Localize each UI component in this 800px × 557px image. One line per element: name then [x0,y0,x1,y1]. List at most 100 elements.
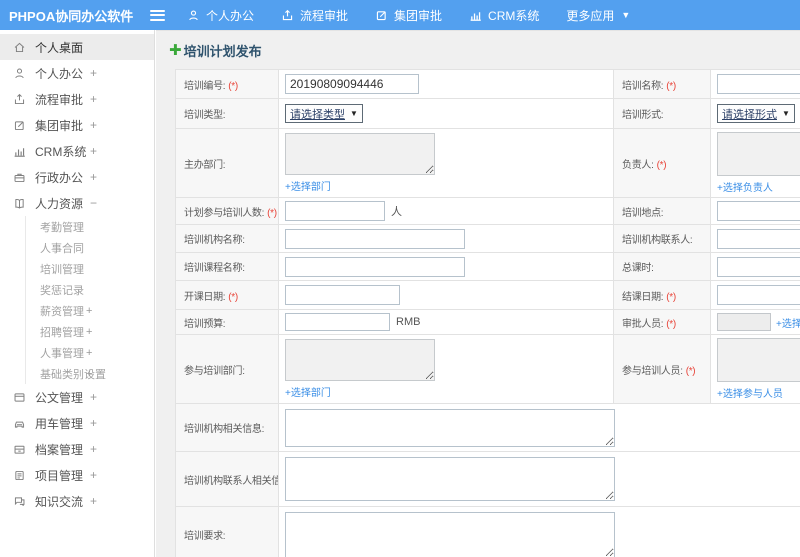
sidebar-hr-submenu: 考勤管理 人事合同 培训管理 奖惩记录 薪资管理 + 招聘管理 + 人事管理 +… [25,216,154,384]
sidebar-item-hr[interactable]: 人力资源 − [0,190,154,216]
sidebar-subitem-base-category[interactable]: 基础类别设置 + [26,363,154,384]
topbar-item-more-apps[interactable]: 更多应用 ▼ [566,7,630,24]
select-responsible-link[interactable]: +选择负责人 [717,179,773,194]
archive-icon [14,445,25,454]
crm-chart-icon [14,147,25,157]
sidebar-subitem-hr-contract[interactable]: 人事合同 [26,237,154,258]
app-brand: PHPOA协同办公软件 [9,8,134,24]
sidebar-subitem-personnel[interactable]: 人事管理 + [26,342,154,363]
group-approval-icon [376,10,386,20]
responsible-person-textarea[interactable] [717,132,800,176]
label-start-date: 开课日期: (*) [175,280,279,310]
document-icon [14,392,25,402]
institution-contact-info-textarea[interactable] [285,457,615,501]
sidebar-item-vehicles[interactable]: 用车管理 + [0,410,154,436]
sidebar-subitem-salary[interactable]: 薪资管理 + [26,300,154,321]
course-name-input[interactable] [285,256,465,277]
label-training-number: 培训编号: (*) [175,69,279,99]
training-plan-form: 培训编号:(*) 培训名称:(*) 培训类型: 请选择类型 ▼ 培训形式: 请选 [175,69,800,557]
label-participating-staff: 参与培训人员: (*) [613,334,711,404]
select-participants-link[interactable]: +选择参与人员 [717,385,783,400]
label-training-type: 培训类型: [175,98,279,129]
host-department-textarea[interactable] [285,133,435,175]
label-training-location: 培训地点: [613,197,711,225]
training-number-input[interactable] [285,74,419,94]
caret-down-icon: ▼ [621,10,631,20]
user-icon [189,9,198,20]
end-date-input[interactable] [717,285,800,305]
plus-icon: ✚ [169,42,182,59]
sidebar-subitem-training[interactable]: 培训管理 [26,258,154,279]
project-icon [15,470,24,480]
crm-chart-icon [470,11,481,21]
start-date-input[interactable] [285,285,400,305]
sidebar-item-projects[interactable]: 项目管理 + [0,462,154,488]
topbar: PHPOA协同办公软件 个人办公 流程审批 集团审批 CRM系统 更多应用 ▼ [0,0,800,30]
label-institution-info: 培训机构相关信息: [175,403,279,452]
sidebar-item-crm[interactable]: CRM系统 + [0,138,154,164]
sidebar-subitem-rewards[interactable]: 奖惩记录 [26,279,154,300]
training-form-table: 培训编号:(*) 培训名称:(*) 培训类型: 请选择类型 ▼ 培训形式: 请选 [175,69,800,557]
sidebar-item-documents[interactable]: 公文管理 + [0,384,154,410]
label-planned-participants: 计划参与培训人数: (*) [175,197,279,225]
topbar-item-group-approval[interactable]: 集团审批 [375,7,442,24]
budget-input[interactable] [285,313,390,331]
sidebar-item-group-approval[interactable]: 集团审批 + [0,112,154,138]
sidebar-item-archives[interactable]: 档案管理 + [0,436,154,462]
approvers-input[interactable] [717,313,771,331]
flow-approval-icon [282,9,293,20]
participating-staff-textarea[interactable] [717,338,800,382]
label-course-name: 培训课程名称: [175,252,279,281]
training-type-select[interactable]: 请选择类型 ▼ [285,104,363,123]
sidebar-item-admin-office[interactable]: 行政办公 + [0,164,154,190]
label-responsible-person: 负责人: (*) [613,128,711,198]
topbar-item-crm[interactable]: CRM系统 [469,7,539,24]
label-host-department: 主办部门: [175,128,279,198]
flow-approval-icon [14,93,25,104]
label-budget: 培训预算: [175,309,279,335]
institution-name-input[interactable] [285,228,465,249]
briefcase-icon [14,173,25,182]
sidebar-item-flow-approval[interactable]: 流程审批 + [0,86,154,112]
training-location-input[interactable] [717,201,800,221]
sidebar-subitem-attendance[interactable]: 考勤管理 [26,216,154,237]
total-hours-input[interactable] [717,256,800,277]
label-institution-contact: 培训机构联系人: [613,224,711,253]
home-icon [14,42,25,52]
group-approval-icon [14,120,24,130]
select-department-link[interactable]: +选择部门 [285,178,331,193]
page-title: ✚ 培训计划发布 [169,42,262,59]
select-department-link[interactable]: +选择部门 [285,384,331,399]
car-icon [14,421,25,428]
sidebar-subitem-recruit[interactable]: 招聘管理 + [26,321,154,342]
label-training-requirements: 培训要求: [175,506,279,557]
label-total-hours: 总课时: [613,252,711,281]
planned-participants-input[interactable] [285,201,385,221]
sidebar-item-personal-office[interactable]: 个人办公 + [0,60,154,86]
sidebar: 个人桌面 个人办公 + 流程审批 + 集团审批 + CRM系统 + 行政办公 +… [0,30,155,557]
label-approvers: 审批人员: (*) [613,309,711,335]
label-end-date: 结课日期: (*) [613,280,711,310]
label-training-name: 培训名称: (*) [613,69,711,99]
main-content: ✚ 培训计划发布 培训编号:(*) 培训名称:(*) 培训类型: 请选择类型 ▼ [156,30,800,557]
training-format-select[interactable]: 请选择形式 ▼ [717,104,795,123]
hamburger-menu-icon[interactable] [150,9,165,21]
select-caret-icon: ▼ [350,109,358,118]
user-icon [15,68,24,78]
sidebar-item-personal-desktop[interactable]: 个人桌面 [0,34,154,60]
institution-contact-input[interactable] [717,228,800,249]
select-approvers-link[interactable]: +选择审批人员 [776,319,800,330]
topbar-item-personal-office[interactable]: 个人办公 [187,7,254,24]
label-participating-departments: 参与培训部门: [175,334,279,404]
training-name-input[interactable] [717,74,800,94]
topbar-item-flow-approval[interactable]: 流程审批 [281,7,348,24]
label-institution-contact-info: 培训机构联系人相关信息: [175,451,279,507]
hr-book-icon [15,198,24,209]
participating-departments-textarea[interactable] [285,339,435,381]
sidebar-item-knowledge[interactable]: 知识交流 + [0,488,154,514]
institution-info-textarea[interactable] [285,408,615,447]
label-training-format: 培训形式: [613,98,711,129]
training-requirements-textarea[interactable] [285,511,615,557]
label-institution-name: 培训机构名称: [175,224,279,253]
topbar-menu: 个人办公 流程审批 集团审批 CRM系统 更多应用 ▼ [187,7,657,24]
